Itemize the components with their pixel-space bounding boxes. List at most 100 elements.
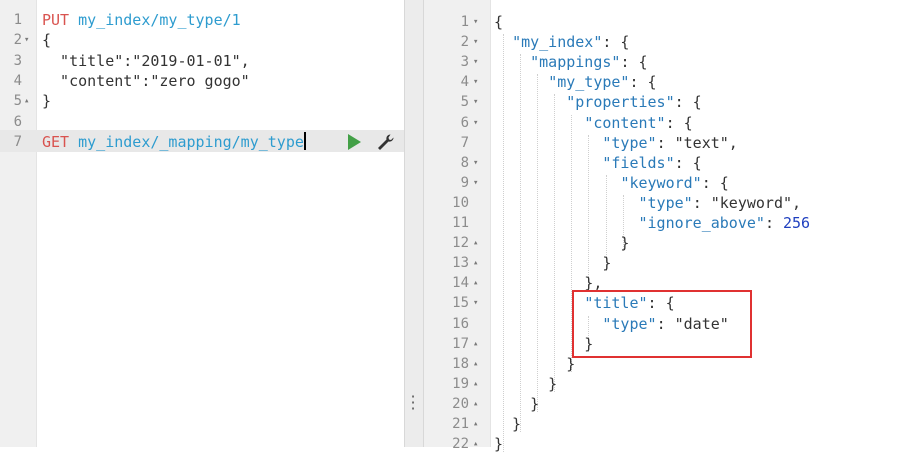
response-editor[interactable]: 1 ▾{2 ▾ "my_index": {3 ▾ "mappings": {4 ▾ "m… — [424, 0, 905, 453]
code-token: } — [494, 234, 630, 253]
code-line[interactable]: 3 ▾ "mappings": { — [424, 52, 905, 72]
code-token: "mappings" — [530, 53, 621, 72]
fold-caret-down-icon[interactable]: ▾ — [473, 52, 478, 72]
code-text: "my_type": { — [494, 72, 656, 92]
code-text: } — [42, 91, 51, 111]
code-line[interactable]: 10 "type": "keyword", — [424, 193, 905, 213]
code-text: } — [494, 394, 539, 414]
line-number: 6 — [13, 113, 22, 130]
code-line[interactable]: 5 ▴} — [0, 91, 404, 111]
fold-caret-up-icon[interactable]: ▴ — [473, 273, 478, 293]
fold-caret-down-icon[interactable]: ▾ — [473, 153, 478, 173]
code-line[interactable]: 5 ▾ "properties": { — [424, 92, 905, 112]
code-token: } — [494, 374, 558, 393]
code-text: GET my_index/_mapping/my_type — [42, 131, 306, 152]
code-line[interactable]: 7 GET my_index/_mapping/my_type — [0, 131, 404, 152]
code-line[interactable]: 6 — [0, 112, 404, 132]
code-line[interactable]: 20 ▴ } — [424, 394, 905, 414]
code-token: } — [494, 394, 540, 413]
fold-caret-up-icon[interactable]: ▴ — [473, 354, 478, 374]
code-text: "properties": { — [494, 92, 702, 112]
code-line[interactable]: 9 ▾ "keyword": { — [424, 173, 905, 193]
code-line[interactable]: 11 "ignore_above": 256 — [424, 213, 905, 233]
line-number: 15 — [452, 295, 469, 312]
code-token: PUT — [42, 11, 70, 29]
code-text: "type": "text", — [494, 133, 738, 153]
text-cursor — [303, 131, 306, 150]
code-line[interactable]: 1 ▾ { — [424, 12, 905, 32]
fold-caret-up-icon[interactable]: ▴ — [473, 253, 478, 273]
code-line[interactable]: 21 ▴ } — [424, 414, 905, 434]
fold-caret-up-icon[interactable]: ▴ — [473, 434, 478, 454]
code-token: : { — [701, 173, 729, 192]
code-line[interactable]: 12 ▴ } — [424, 233, 905, 253]
fold-caret-up-icon[interactable]: ▴ — [473, 414, 478, 434]
fold-caret-up-icon[interactable]: ▴ — [473, 394, 478, 414]
code-line[interactable]: 2 ▾ { — [0, 30, 404, 50]
vertical-dots-icon[interactable]: · · · — [406, 391, 420, 416]
line-number: 13 — [452, 255, 469, 272]
code-token: "type" — [638, 193, 693, 212]
line-number: 21 — [452, 416, 469, 432]
code-token: } — [494, 254, 612, 273]
line-number: 5 — [460, 94, 469, 111]
fold-caret-down-icon[interactable]: ▾ — [24, 30, 29, 50]
code-text: } — [494, 434, 503, 454]
code-text: "keyword": { — [494, 173, 729, 193]
fold-caret-down-icon[interactable]: ▾ — [473, 12, 478, 32]
code-token: "title":"2019-01-01", — [42, 51, 250, 70]
fold-caret-up-icon[interactable]: ▴ — [24, 91, 29, 111]
fold-caret-down-icon[interactable]: ▾ — [473, 173, 478, 193]
fold-caret-up-icon[interactable]: ▴ — [473, 374, 478, 394]
code-token: 256 — [783, 214, 811, 232]
fold-caret-down-icon[interactable]: ▾ — [473, 92, 478, 112]
code-text: "ignore_above": 256 — [494, 213, 811, 233]
code-token: : "text", — [656, 133, 738, 152]
code-line[interactable]: 22 ▴} — [424, 434, 905, 454]
fold-caret-up-icon[interactable]: ▴ — [473, 334, 478, 354]
code-token: } — [42, 92, 52, 111]
fold-caret-down-icon[interactable]: ▾ — [473, 293, 478, 313]
code-line[interactable]: 8 ▾ "fields": { — [424, 153, 905, 173]
code-line[interactable]: 3 "title":"2019-01-01", — [0, 51, 404, 71]
line-number: 3 — [13, 52, 22, 69]
code-token: "content":"zero gogo" — [42, 71, 250, 90]
code-token: } — [494, 354, 576, 373]
line-number: 10 — [452, 194, 469, 211]
code-line[interactable]: 1 PUT my_index/my_type/1 — [0, 10, 404, 30]
console-app: 1 PUT my_index/my_type/1 2 ▾{3 "title":"201… — [0, 0, 905, 453]
code-token: : "keyword", — [692, 193, 802, 212]
play-icon[interactable] — [345, 133, 363, 151]
line-number: 7 — [13, 133, 22, 150]
fold-caret-down-icon[interactable]: ▾ — [473, 32, 478, 52]
code-text: "fields": { — [494, 153, 701, 173]
code-line[interactable]: 2 ▾ "my_index": { — [424, 32, 905, 52]
code-line[interactable]: 4 "content":"zero gogo" — [0, 71, 404, 91]
wrench-icon[interactable] — [376, 133, 396, 151]
code-token: "type" — [602, 133, 657, 152]
code-line[interactable]: 7 "type": "text", — [424, 133, 905, 153]
line-number: 5 — [13, 93, 22, 110]
code-line[interactable]: 6 ▾ "content": { — [424, 113, 905, 133]
code-token: "my_type" — [548, 73, 630, 92]
line-number: 9 — [460, 174, 469, 191]
line-number: 17 — [452, 335, 469, 352]
code-text: "title":"2019-01-01", — [42, 51, 250, 71]
code-token: : { — [620, 53, 648, 72]
fold-caret-down-icon[interactable]: ▾ — [473, 113, 478, 133]
code-line[interactable]: 13 ▴ } — [424, 253, 905, 273]
code-line[interactable]: 4 ▾ "my_type": { — [424, 72, 905, 92]
code-token: : { — [674, 93, 702, 112]
request-editor[interactable]: 1 PUT my_index/my_type/1 2 ▾ {3 "title":"201… — [0, 0, 404, 447]
panel-splitter[interactable] — [404, 0, 424, 447]
fold-caret-up-icon[interactable]: ▴ — [473, 233, 478, 253]
code-text: PUT my_index/my_type/1 — [42, 10, 241, 30]
code-line[interactable]: 19 ▴ } — [424, 374, 905, 394]
fold-caret-down-icon[interactable]: ▾ — [473, 72, 478, 92]
code-text: "mappings": { — [494, 52, 648, 72]
code-text: } — [494, 233, 629, 253]
